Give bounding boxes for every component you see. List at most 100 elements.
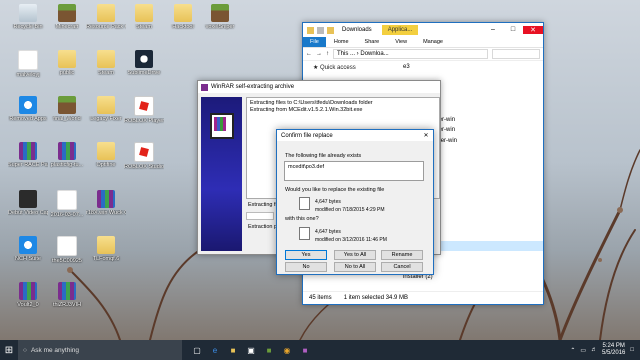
cortana-icon: ○ — [23, 346, 27, 354]
desktop-icon-label: final_World — [53, 116, 81, 122]
desktop-icon[interactable]: Recycle Bin — [8, 4, 48, 30]
desktop-icon-label: Resource Pack Creator — [86, 24, 126, 30]
desktop-icon[interactable]: voxelSniper — [200, 4, 240, 30]
volume-icon[interactable]: ♬ — [591, 347, 597, 353]
desktop-icon[interactable]: NCH Suite — [8, 236, 48, 262]
log-line: Extracting files to C:\Users\tfedu\Downl… — [250, 100, 373, 106]
desktop-icon-label: public — [59, 70, 75, 76]
dialog-titlebar[interactable]: Confirm file replace ✕ — [277, 130, 433, 141]
desktop-icon-label: Legacy Fixer — [90, 116, 122, 122]
desktop-icon-label: Debut Video Capture S... — [8, 210, 48, 216]
selection-info: 1 item selected 34.9 MB — [343, 295, 409, 301]
winrar-icon — [201, 83, 208, 91]
winrar-icon — [97, 190, 115, 208]
up-arrow-icon[interactable]: ↑ — [326, 51, 329, 57]
chrome-icon[interactable]: ◉ — [280, 343, 294, 357]
desktop-icon[interactable]: Debut Video Capture S... — [8, 190, 48, 216]
nav-item-quick-access[interactable]: ★ Quick access — [313, 64, 403, 71]
desktop-icon[interactable]: TLFomqf.6 — [86, 236, 126, 262]
tab-home[interactable]: Home — [326, 39, 357, 45]
new-folder-icon[interactable] — [327, 26, 334, 34]
clock[interactable]: 5:24 PM 5/5/2016 — [602, 343, 625, 357]
desktop-icon-label: malveloyj — [16, 72, 40, 78]
action-center-icon[interactable]: □ — [630, 347, 634, 353]
maximize-button[interactable]: □ — [503, 26, 523, 34]
properties-icon[interactable] — [317, 26, 324, 34]
desktop-icon-label: 2016-03-07... — [50, 212, 84, 218]
tab-manage[interactable]: Manage — [415, 39, 451, 45]
desktop-icon[interactable]: Hacktool — [163, 4, 203, 30]
no-button[interactable]: No — [285, 262, 327, 272]
ie-icon — [19, 96, 37, 114]
file-list-item[interactable]: e3 — [403, 62, 543, 73]
store-icon[interactable]: ▣ — [244, 343, 258, 357]
desktop-icon[interactable]: the5C00925 — [47, 236, 87, 264]
extraction-progress-label: Extraction p — [248, 224, 278, 230]
network-icon[interactable]: ▭ — [580, 347, 586, 354]
explorer-title: Downloads — [342, 27, 372, 33]
desktop-icon[interactable]: Resource Pack Creator — [86, 4, 126, 30]
with-question: with this one? — [285, 216, 319, 222]
start-button[interactable]: ⊞ — [0, 340, 18, 360]
desktop-icon[interactable]: Super RACE Parkour — [8, 142, 48, 168]
desktop-icon[interactable]: SublimeDrive — [124, 50, 164, 76]
rename-button[interactable]: Rename — [381, 250, 423, 260]
tab-application-tools[interactable]: Applica... — [381, 25, 419, 35]
desktop-icon[interactable]: Removed Apps — [8, 96, 48, 122]
desktop-icon[interactable]: Voult2_0 — [8, 282, 48, 308]
file-explorer-icon[interactable]: ■ — [226, 343, 240, 357]
back-arrow-icon[interactable]: ← — [306, 51, 312, 57]
address-bar[interactable]: This ... › Downloa... — [333, 49, 488, 59]
dialog-title: Confirm file replace — [281, 132, 333, 139]
file-icon — [299, 197, 310, 210]
explorer-titlebar[interactable]: Downloads Applica... – □ ✕ — [303, 23, 543, 37]
replace-question: Would you like to replace the existing f… — [285, 187, 385, 193]
desktop-icon[interactable]: final_World — [47, 96, 87, 122]
desktop-icon[interactable]: 2016-03-07... — [47, 190, 87, 218]
desktop-icon[interactable]: Steam — [86, 50, 126, 76]
desktop-icon[interactable]: ROBLOX Studio — [124, 142, 164, 170]
task-view-icon[interactable]: ▢ — [190, 343, 204, 357]
cancel-button[interactable]: Cancel — [381, 262, 423, 272]
yes-to-all-button[interactable]: Yes to All — [334, 250, 376, 260]
desktop-icon[interactable]: public — [47, 50, 87, 76]
minimize-button[interactable]: – — [483, 26, 503, 34]
clock-time: 5:24 PM — [602, 343, 625, 349]
winrar-titlebar[interactable]: WinRAR self-extracting archive — [198, 81, 440, 93]
edge-icon[interactable]: e — [208, 343, 222, 357]
roblox-icon — [134, 96, 154, 116]
folder-icon — [97, 50, 115, 68]
desktop-icon[interactable]: Steam — [124, 4, 164, 30]
desktop-icon[interactable]: Minecraft — [47, 4, 87, 30]
minecraft-icon[interactable]: ■ — [262, 343, 276, 357]
existing-file-info: 4,647 bytes modified on 7/18/2015 4:29 P… — [315, 198, 385, 214]
tab-view[interactable]: View — [387, 39, 415, 45]
tab-file[interactable]: File — [303, 37, 326, 47]
yes-button[interactable]: Yes — [285, 250, 327, 260]
desktop-icon-label: SublimeDrive — [127, 70, 161, 76]
dialog-close-icon[interactable]: ✕ — [419, 132, 433, 139]
confirm-file-replace-dialog[interactable]: Confirm file replace ✕ The following fil… — [276, 129, 434, 275]
desktop-icon[interactable]: ROBLOX Player — [124, 96, 164, 124]
tab-share[interactable]: Share — [357, 39, 388, 45]
ribbon-tabs: File Home Share View Manage — [303, 37, 543, 48]
desktop-icon[interactable]: thiZRJ3VIH — [47, 282, 87, 308]
no-to-all-button[interactable]: No to All — [334, 262, 376, 272]
desktop-icon[interactable]: r18X.win Wuck Client — [86, 190, 126, 216]
folder-icon — [135, 4, 153, 22]
desktop-icon[interactable]: Legacy Fixer — [86, 96, 126, 122]
search-input[interactable] — [492, 49, 540, 59]
folder-icon — [58, 50, 76, 68]
chevron-up-icon[interactable]: ⌃ — [570, 347, 575, 354]
close-button[interactable]: ✕ — [523, 26, 543, 34]
desktop-icon-label: TLFomqf.6 — [92, 256, 120, 262]
desktop-icon[interactable]: Optifine — [86, 142, 126, 168]
winrar-taskbar-icon[interactable]: ■ — [298, 343, 312, 357]
dark-icon — [19, 190, 37, 208]
forward-arrow-icon[interactable]: → — [316, 51, 322, 57]
desktop-icon[interactable]: malveloyj — [8, 50, 48, 78]
cortana-search-box[interactable]: ○ Ask me anything — [18, 340, 182, 360]
desktop-icon-label: thiZRJ3VIH — [52, 302, 82, 308]
extracting-label: Extracting fr — [248, 202, 278, 208]
desktop-icon[interactable]: plasticfig-tu... — [47, 142, 87, 168]
